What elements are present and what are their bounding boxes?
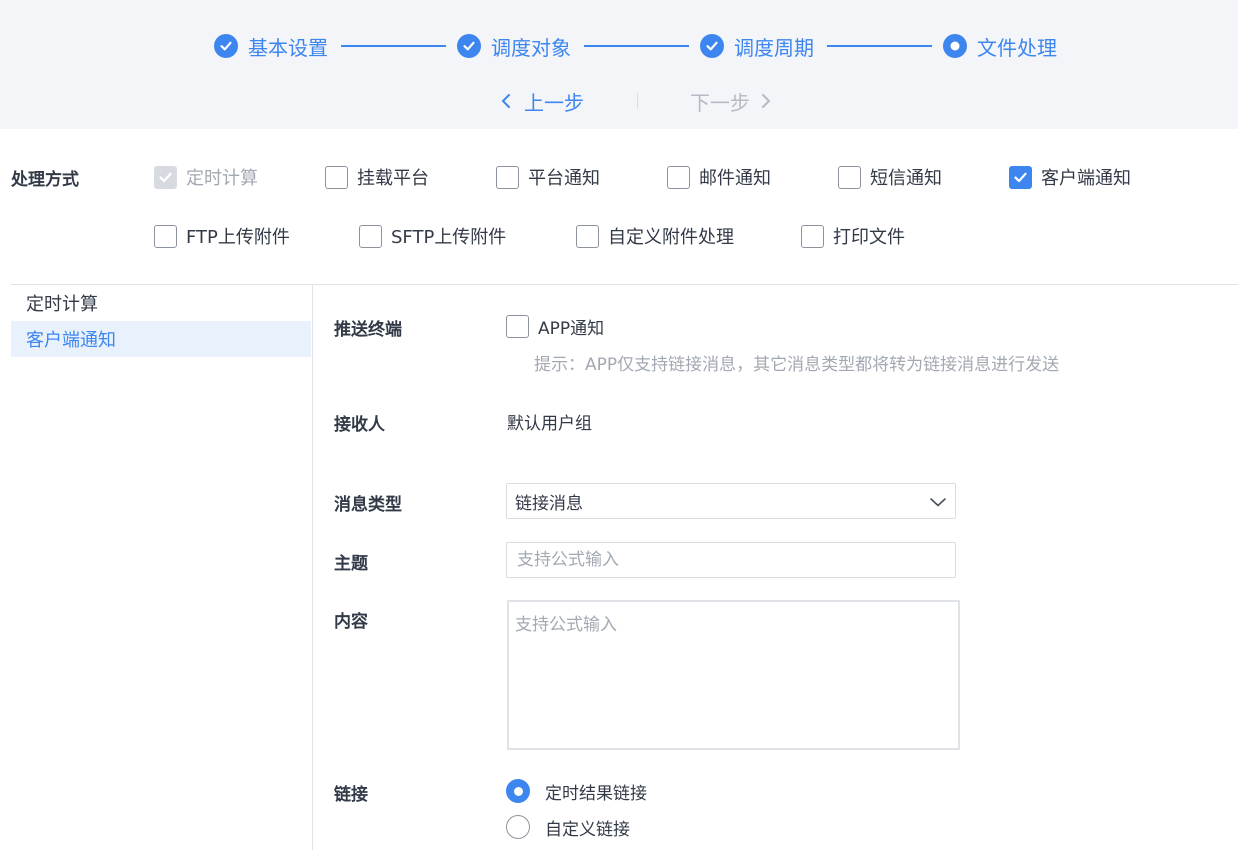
step-connector <box>341 45 446 47</box>
checkbox-icon <box>801 224 824 248</box>
checkbox-checked-icon <box>1009 165 1032 189</box>
checkbox-icon <box>325 165 348 189</box>
terminal-hint: 提示：APP仅支持链接消息，其它消息类型都将转为链接消息进行发送 <box>534 355 1060 375</box>
checkbox-icon <box>496 165 519 189</box>
message-type-select[interactable]: 链接消息 <box>506 483 956 519</box>
radio-selected-icon <box>506 779 530 803</box>
check-circle-icon <box>700 34 724 58</box>
step-label: 基本设置 <box>248 35 328 60</box>
step-file-processing[interactable]: 文件处理 <box>943 33 1057 60</box>
checkbox-label: 短信通知 <box>870 168 942 189</box>
processing-method-title: 处理方式 <box>11 170 79 190</box>
checkbox-icon <box>667 165 690 189</box>
step-label: 文件处理 <box>977 35 1057 60</box>
method-checkbox-client-notice[interactable]: 客户端通知 <box>1009 164 1131 190</box>
wizard-header: 基本设置 调度对象 调度周期 文件处理 上一步 下一步 <box>0 0 1238 129</box>
method-checkbox-email-notice[interactable]: 邮件通知 <box>667 164 771 190</box>
checkbox-label: 挂载平台 <box>357 168 429 189</box>
step-basic-settings[interactable]: 基本设置 <box>214 33 328 60</box>
checkbox-label: SFTP上传附件 <box>391 227 507 248</box>
checkbox-label: 自定义附件处理 <box>608 227 734 248</box>
next-step-label: 下一步 <box>690 90 750 115</box>
check-circle-icon <box>214 34 238 58</box>
sidebar-item-client-notice[interactable]: 客户端通知 <box>11 321 311 357</box>
checkbox-icon <box>154 224 177 248</box>
chevron-down-icon <box>930 498 946 507</box>
subject-input[interactable] <box>506 542 956 578</box>
step-schedule-period[interactable]: 调度周期 <box>700 33 814 60</box>
next-step-button[interactable]: 下一步 <box>690 87 774 115</box>
app-notice-checkbox[interactable]: APP通知 <box>506 313 604 339</box>
prev-step-button[interactable]: 上一步 <box>498 87 584 115</box>
checkbox-icon <box>506 314 529 338</box>
method-checkbox-sms-notice[interactable]: 短信通知 <box>838 164 942 190</box>
content-label: 内容 <box>334 612 368 632</box>
step-schedule-object[interactable]: 调度对象 <box>457 33 571 60</box>
checkbox-label: 客户端通知 <box>1041 168 1131 189</box>
method-checkbox-ftp-upload[interactable]: FTP上传附件 <box>154 223 290 249</box>
radio-label: 定时结果链接 <box>545 783 647 804</box>
current-step-icon <box>943 34 967 58</box>
checkbox-icon <box>576 224 599 248</box>
step-label: 调度对象 <box>491 35 571 60</box>
panel-divider <box>312 285 313 850</box>
check-circle-icon <box>457 34 481 58</box>
radio-icon <box>506 815 530 839</box>
method-checkbox-scheduled-calc[interactable]: 定时计算 <box>154 164 258 190</box>
message-type-label: 消息类型 <box>334 495 402 515</box>
link-label: 链接 <box>334 785 368 805</box>
method-checkbox-platform-notice[interactable]: 平台通知 <box>496 164 600 190</box>
checkbox-label: 定时计算 <box>186 168 258 189</box>
link-radio-scheduled-result[interactable]: 定时结果链接 <box>506 778 647 804</box>
message-type-value: 链接消息 <box>515 493 583 514</box>
receiver-label: 接收人 <box>334 415 385 435</box>
sidebar-item-scheduled-calc[interactable]: 定时计算 <box>11 285 311 321</box>
nav-divider <box>637 93 638 109</box>
link-radio-custom[interactable]: 自定义链接 <box>506 814 630 840</box>
checkbox-checked-disabled-icon <box>154 165 177 189</box>
content-textarea[interactable] <box>507 600 960 750</box>
method-checkbox-print-file[interactable]: 打印文件 <box>801 223 905 249</box>
step-connector <box>827 45 932 47</box>
terminal-label: 推送终端 <box>334 320 402 340</box>
method-checkbox-sftp-upload[interactable]: SFTP上传附件 <box>359 223 506 249</box>
subject-label: 主题 <box>334 554 368 574</box>
chevron-right-icon <box>762 94 771 108</box>
step-label: 调度周期 <box>734 35 814 60</box>
chevron-left-icon <box>501 94 510 108</box>
receiver-value: 默认用户组 <box>507 414 592 434</box>
checkbox-label: 平台通知 <box>528 168 600 189</box>
checkbox-label: 邮件通知 <box>699 168 771 189</box>
method-checkbox-mount-platform[interactable]: 挂载平台 <box>325 164 429 190</box>
checkbox-label: APP通知 <box>538 318 605 339</box>
method-checkbox-custom-attachment[interactable]: 自定义附件处理 <box>576 223 734 249</box>
checkbox-icon <box>838 165 861 189</box>
step-connector <box>584 45 689 47</box>
checkbox-icon <box>359 224 382 248</box>
checkbox-label: FTP上传附件 <box>186 227 290 248</box>
radio-label: 自定义链接 <box>545 819 630 840</box>
prev-step-label: 上一步 <box>524 90 584 115</box>
checkbox-label: 打印文件 <box>833 227 905 248</box>
